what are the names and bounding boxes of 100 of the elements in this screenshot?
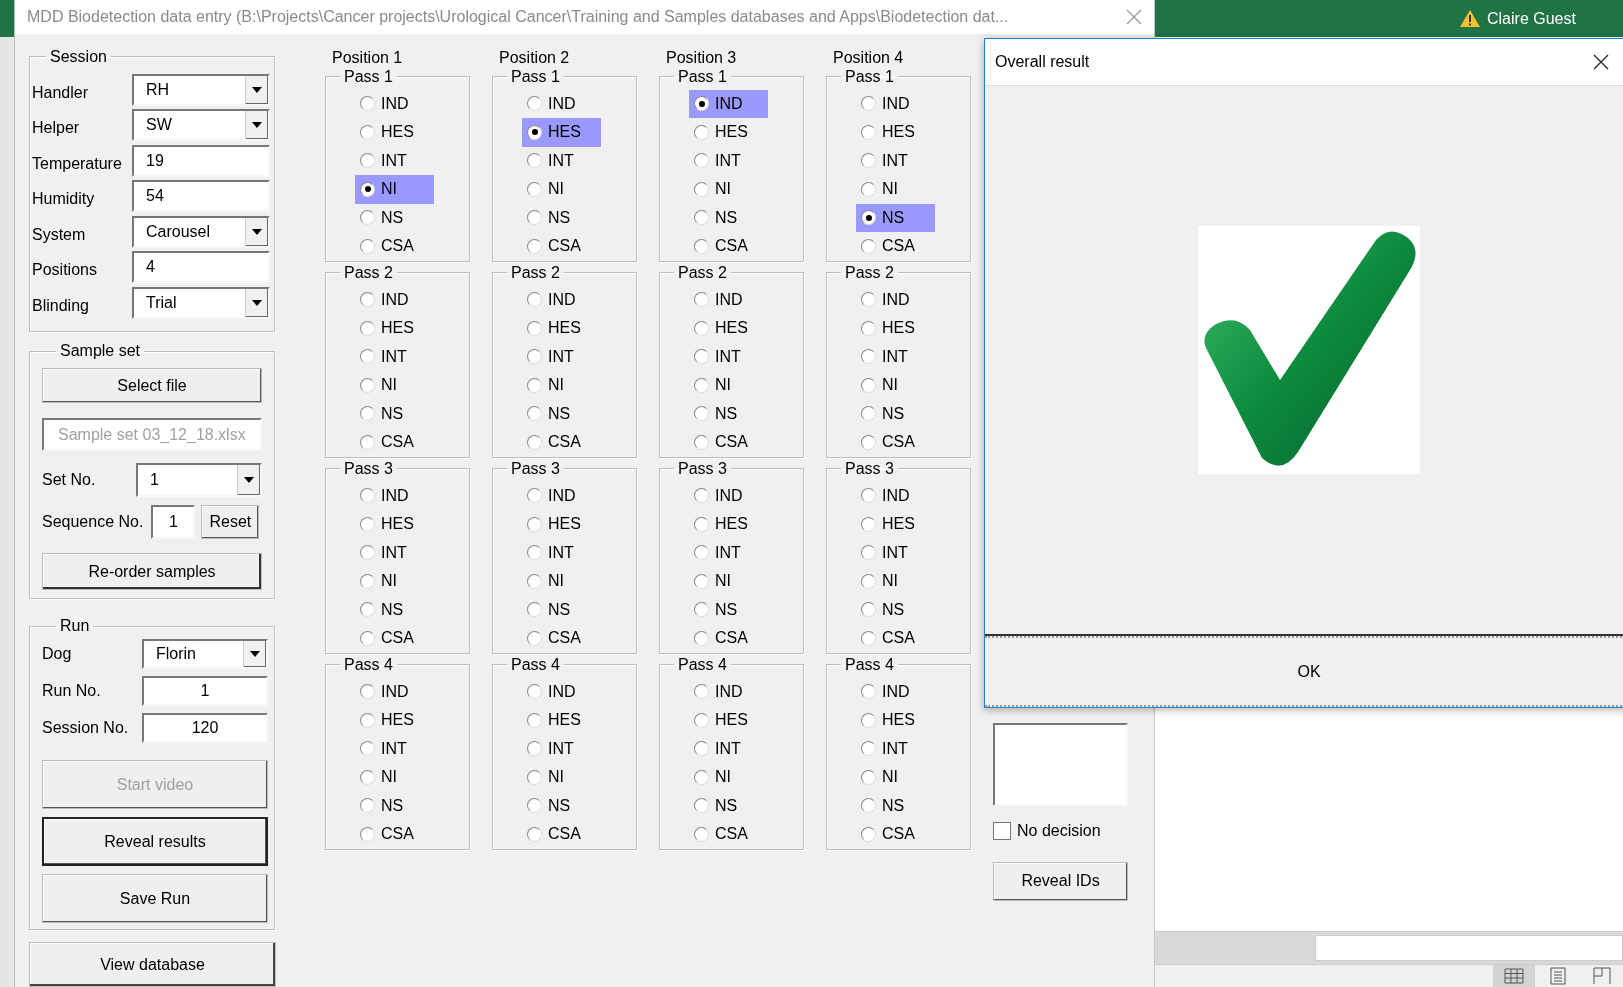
radio-option[interactable]: HES bbox=[689, 118, 768, 147]
dropdown[interactable]: SW bbox=[132, 109, 270, 142]
radio-option[interactable]: HES bbox=[355, 510, 434, 539]
radio-option[interactable]: NS bbox=[522, 399, 601, 428]
radio-option[interactable]: INT bbox=[522, 538, 601, 567]
input-field[interactable]: 1 bbox=[142, 676, 268, 706]
radio-option[interactable]: NI bbox=[522, 371, 601, 400]
no-decision-checkbox[interactable]: No decision bbox=[993, 821, 1128, 840]
dropdown[interactable]: Florin bbox=[142, 639, 268, 669]
radio-option[interactable]: NS bbox=[355, 399, 434, 428]
radio-option[interactable]: INT bbox=[522, 342, 601, 371]
radio-option[interactable]: CSA bbox=[856, 624, 935, 653]
radio-option[interactable]: INT bbox=[856, 146, 935, 175]
radio-option[interactable]: NI bbox=[522, 763, 601, 792]
radio-option[interactable]: INT bbox=[355, 146, 434, 175]
radio-option[interactable]: CSA bbox=[355, 624, 434, 653]
dropdown[interactable]: Trial bbox=[132, 286, 270, 319]
radio-option[interactable]: NS bbox=[856, 399, 935, 428]
run-button[interactable]: Save Run bbox=[42, 874, 268, 923]
reveal-ids-button[interactable]: Reveal IDs bbox=[993, 861, 1128, 901]
radio-option[interactable]: INT bbox=[689, 734, 768, 763]
radio-option[interactable]: IND bbox=[689, 677, 768, 706]
radio-option[interactable]: NI bbox=[689, 371, 768, 400]
radio-option[interactable]: NS bbox=[355, 203, 434, 232]
radio-option[interactable]: CSA bbox=[355, 232, 434, 261]
radio-option[interactable]: NS bbox=[522, 203, 601, 232]
radio-option[interactable]: IND bbox=[522, 285, 601, 314]
radio-option[interactable]: CSA bbox=[522, 820, 601, 849]
radio-option[interactable]: HES bbox=[856, 314, 935, 343]
radio-option[interactable]: HES bbox=[856, 118, 935, 147]
input-field[interactable]: 120 bbox=[142, 713, 268, 743]
radio-option[interactable]: NS bbox=[689, 203, 768, 232]
radio-option[interactable]: INT bbox=[689, 146, 768, 175]
radio-option[interactable]: INT bbox=[689, 342, 768, 371]
radio-option[interactable]: CSA bbox=[522, 624, 601, 653]
radio-option[interactable]: INT bbox=[856, 538, 935, 567]
radio-option[interactable]: HES bbox=[522, 706, 601, 735]
radio-option[interactable]: CSA bbox=[522, 232, 601, 261]
dropdown[interactable]: Carousel bbox=[132, 215, 270, 248]
radio-option[interactable]: IND bbox=[522, 481, 601, 510]
radio-option[interactable]: CSA bbox=[689, 428, 768, 457]
text-area[interactable] bbox=[993, 722, 1128, 806]
input-field[interactable]: 1 bbox=[151, 505, 196, 539]
radio-option[interactable]: IND bbox=[689, 89, 768, 118]
radio-option[interactable]: CSA bbox=[856, 428, 935, 457]
radio-option[interactable]: INT bbox=[355, 342, 434, 371]
radio-option[interactable]: NI bbox=[355, 175, 434, 204]
input-field[interactable]: 54 bbox=[132, 180, 270, 213]
radio-option[interactable]: NS bbox=[355, 595, 434, 624]
radio-option[interactable]: CSA bbox=[355, 820, 434, 849]
radio-option[interactable]: CSA bbox=[856, 232, 935, 261]
radio-option[interactable]: IND bbox=[856, 89, 935, 118]
dropdown[interactable]: RH bbox=[132, 73, 270, 106]
radio-option[interactable]: NI bbox=[689, 567, 768, 596]
radio-option[interactable]: HES bbox=[355, 706, 434, 735]
radio-option[interactable]: NI bbox=[689, 175, 768, 204]
radio-option[interactable]: CSA bbox=[522, 428, 601, 457]
radio-option[interactable]: HES bbox=[689, 314, 768, 343]
radio-option[interactable]: IND bbox=[522, 89, 601, 118]
radio-option[interactable]: NS bbox=[689, 595, 768, 624]
radio-option[interactable]: NI bbox=[355, 567, 434, 596]
radio-option[interactable]: NS bbox=[856, 595, 935, 624]
radio-option[interactable]: HES bbox=[522, 118, 601, 147]
radio-option[interactable]: HES bbox=[522, 510, 601, 539]
radio-option[interactable]: NS bbox=[689, 791, 768, 820]
radio-option[interactable]: NS bbox=[856, 791, 935, 820]
radio-option[interactable]: NI bbox=[856, 371, 935, 400]
radio-option[interactable]: CSA bbox=[689, 624, 768, 653]
radio-option[interactable]: HES bbox=[689, 510, 768, 539]
radio-option[interactable]: IND bbox=[689, 481, 768, 510]
run-button[interactable]: Reveal results bbox=[42, 817, 268, 866]
view-database-button[interactable]: View database bbox=[29, 942, 276, 987]
radio-option[interactable]: NI bbox=[522, 175, 601, 204]
radio-option[interactable]: INT bbox=[522, 146, 601, 175]
radio-option[interactable]: NS bbox=[689, 399, 768, 428]
radio-option[interactable]: NI bbox=[355, 763, 434, 792]
radio-option[interactable]: INT bbox=[355, 734, 434, 763]
radio-option[interactable]: CSA bbox=[355, 428, 434, 457]
radio-option[interactable]: NI bbox=[522, 567, 601, 596]
input-field[interactable]: 19 bbox=[132, 144, 270, 177]
radio-option[interactable]: INT bbox=[355, 538, 434, 567]
radio-option[interactable]: IND bbox=[355, 677, 434, 706]
radio-option[interactable]: IND bbox=[355, 285, 434, 314]
radio-option[interactable]: CSA bbox=[689, 232, 768, 261]
radio-option[interactable]: HES bbox=[355, 314, 434, 343]
radio-option[interactable]: IND bbox=[355, 481, 434, 510]
radio-option[interactable]: NS bbox=[522, 791, 601, 820]
radio-option[interactable]: HES bbox=[689, 706, 768, 735]
radio-option[interactable]: IND bbox=[689, 285, 768, 314]
radio-option[interactable]: CSA bbox=[689, 820, 768, 849]
input-field[interactable] bbox=[1315, 935, 1623, 961]
radio-option[interactable]: IND bbox=[856, 285, 935, 314]
radio-option[interactable]: NI bbox=[856, 175, 935, 204]
radio-option[interactable]: NI bbox=[689, 763, 768, 792]
radio-option[interactable]: NS bbox=[355, 791, 434, 820]
radio-option[interactable]: INT bbox=[856, 734, 935, 763]
radio-option[interactable]: HES bbox=[856, 510, 935, 539]
close-icon[interactable] bbox=[1593, 54, 1609, 70]
radio-option[interactable]: IND bbox=[856, 481, 935, 510]
radio-option[interactable]: INT bbox=[856, 342, 935, 371]
